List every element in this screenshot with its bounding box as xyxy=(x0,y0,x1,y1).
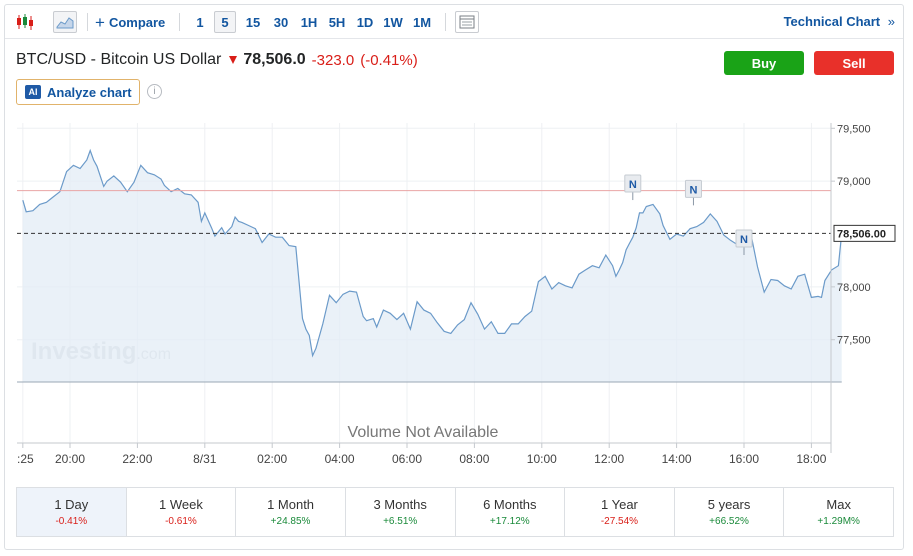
y-tick-label: 79,500 xyxy=(837,123,871,135)
range-label: 1 Year xyxy=(601,497,638,512)
x-tick-label: 16:00 xyxy=(729,452,759,466)
range-tab-1-week[interactable]: 1 Week -0.61% xyxy=(127,488,237,536)
y-tick-label: 77,500 xyxy=(837,335,871,347)
x-tick-label: 02:00 xyxy=(257,452,287,466)
range-change: +1.29M% xyxy=(817,516,860,527)
range-change: -27.54% xyxy=(600,516,639,527)
x-tick-label: 22:00 xyxy=(122,452,152,466)
volume-not-available: Volume Not Available xyxy=(348,424,499,441)
range-label: 5 years xyxy=(707,497,751,512)
range-label: 1 Week xyxy=(159,497,203,512)
chart-widget: + Compare 1 5 15 30 1H 5H 1D 1W 1M Techn… xyxy=(4,4,904,550)
y-tick-label: 79,000 xyxy=(837,176,871,188)
news-marker-label: N xyxy=(689,184,697,196)
x-tick-label: 14:00 xyxy=(662,452,692,466)
range-tab-6-months[interactable]: 6 Months +17.12% xyxy=(456,488,566,536)
x-tick-label: 04:00 xyxy=(325,452,355,466)
range-change: +6.51% xyxy=(383,516,418,527)
range-label: 6 Months xyxy=(483,497,537,512)
news-marker-label: N xyxy=(740,234,748,246)
range-change: +17.12% xyxy=(489,516,530,527)
x-tick-label: 08:00 xyxy=(459,452,489,466)
range-tab-1-year[interactable]: 1 Year -27.54% xyxy=(565,488,675,536)
performance-ranges: 1 Day -0.41% 1 Week -0.61% 1 Month +24.85% 3 M… xyxy=(16,487,894,537)
range-change: -0.41% xyxy=(55,516,88,527)
range-label: 1 Month xyxy=(267,497,315,512)
range-tab-5-years[interactable]: 5 years +66.52% xyxy=(675,488,785,536)
range-change: -0.61% xyxy=(165,516,197,527)
x-tick-label: 10:00 xyxy=(527,452,557,466)
range-tab-3-months[interactable]: 3 Months +6.51% xyxy=(346,488,456,536)
range-tab-max[interactable]: Max +1.29M% xyxy=(784,488,893,536)
x-tick-label: 06:00 xyxy=(392,452,422,466)
x-tick-label: :25 xyxy=(17,452,34,466)
x-tick-label: 12:00 xyxy=(594,452,624,466)
range-change: +24.85% xyxy=(270,516,311,527)
current-price-label: 78,506.00 xyxy=(837,228,886,240)
x-tick-label: 18:00 xyxy=(796,452,826,466)
range-label: 3 Months xyxy=(373,497,427,512)
range-tab-1-month[interactable]: 1 Month +24.85% xyxy=(236,488,346,536)
price-chart[interactable]: Investing.com79,50079,00078,00077,50078,… xyxy=(5,5,903,475)
news-marker-label: N xyxy=(629,179,637,191)
range-label: 1 Day xyxy=(54,497,89,512)
range-change: +66.52% xyxy=(709,516,749,527)
x-tick-label: 8/31 xyxy=(193,452,217,466)
range-tab-1-day[interactable]: 1 Day -0.41% xyxy=(17,488,127,536)
range-label: Max xyxy=(826,497,851,512)
x-tick-label: 20:00 xyxy=(55,452,85,466)
y-tick-label: 78,000 xyxy=(837,282,871,294)
